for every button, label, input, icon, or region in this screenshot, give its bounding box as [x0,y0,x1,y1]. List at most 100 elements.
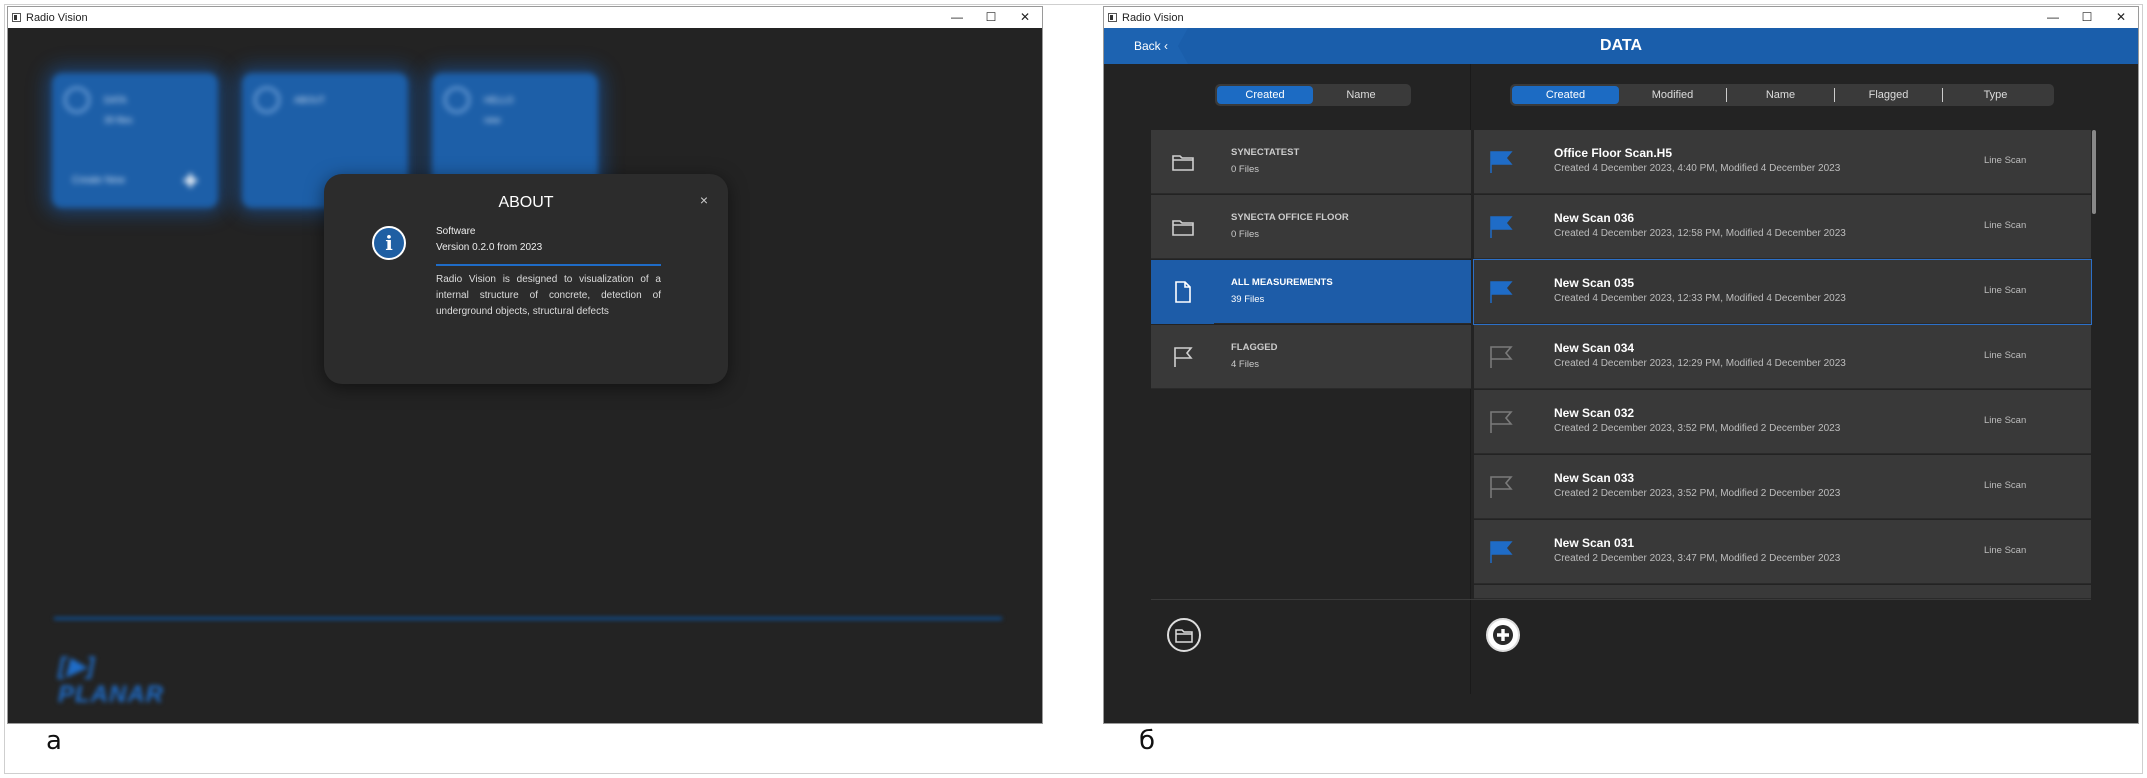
scan-row-partial [1474,585,2091,599]
close-button[interactable]: ✕ [1008,7,1042,28]
scan-date: Created 2 December 2023, 3:52 PM, Modifi… [1554,423,1841,434]
bottom-divider [1151,599,2091,600]
new-folder-button[interactable] [1167,618,1201,652]
about-divider [436,264,661,266]
maximize-button[interactable]: ☐ [2070,7,2104,28]
folder-count: 4 Files [1231,359,1259,370]
flag-icon[interactable] [1488,150,1514,174]
scan-date: Created 4 December 2023, 12:29 PM, Modif… [1554,358,1846,369]
folder-row[interactable]: SYNECTA OFFICE FLOOR 0 Files [1151,195,1471,259]
folder-row[interactable]: FLAGGED 4 Files [1151,325,1471,389]
create-new-label: Create New [72,175,125,186]
info-icon [254,87,280,113]
scan-type: Line Scan [1984,285,2027,296]
plus-icon [1493,625,1513,645]
scan-row[interactable]: New Scan 033 Created 2 December 2023, 3:… [1474,455,2091,519]
page-title: DATA [1599,37,1643,54]
scan-date: Created 2 December 2023, 3:52 PM, Modifi… [1554,488,1841,499]
scan-type: Line Scan [1984,350,2027,361]
caption-right: б [1139,726,1156,756]
folder-name: SYNECTATEST [1231,147,1300,158]
right-app-window: Radio Vision — ☐ ✕ DATA Back ‹ Created N… [1103,6,2139,724]
divider-line [54,617,1002,620]
flag-outline-icon[interactable] [1488,345,1514,369]
scan-date: Created 4 December 2023, 12:33 PM, Modif… [1554,293,1846,304]
tile-label: HELLO [484,95,514,105]
tile-label: ABOUT [294,95,326,105]
flag-outline-icon [1151,325,1214,389]
sort-name-button[interactable]: Name [1313,86,1409,104]
scan-name: New Scan 036 [1554,211,1635,225]
flag-icon[interactable] [1488,280,1514,304]
file-sort-control: Created Modified Name Flagged Type [1510,84,2054,106]
header-bar: DATA Back ‹ [1104,28,2138,64]
folder-row[interactable]: ALL MEASUREMENTS 39 Files [1151,260,1471,324]
window-title: Radio Vision [26,11,88,24]
back-button[interactable]: Back ‹ [1104,28,1188,64]
scan-type: Line Scan [1984,545,2027,556]
folder-sort-control: Created Name [1215,84,1411,106]
software-label: Software [436,226,476,237]
scan-row[interactable]: New Scan 036 Created 4 December 2023, 12… [1474,195,2091,259]
scrollbar[interactable] [2092,130,2096,214]
minimize-button[interactable]: — [2036,7,2070,28]
scan-name: Office Floor Scan.H5 [1554,146,1673,160]
app-icon [1108,13,1117,22]
scan-row[interactable]: New Scan 032 Created 2 December 2023, 3:… [1474,390,2091,454]
data-tile[interactable]: DATA 39 files Create New ✚ [52,73,218,208]
sort-name-button[interactable]: Name [1727,86,1834,104]
scan-row[interactable]: New Scan 031 Created 2 December 2023, 3:… [1474,520,2091,584]
left-app-window: Radio Vision — ☐ ✕ DATA 39 files Create … [7,6,1043,724]
folder-name: FLAGGED [1231,342,1278,353]
tile-sub: new [484,115,501,125]
folder-icon [1151,130,1214,194]
scan-name: New Scan 032 [1554,406,1635,420]
scan-row[interactable]: New Scan 035 Created 4 December 2023, 12… [1473,259,2092,325]
sort-created-button[interactable]: Created [1512,86,1619,104]
folder-name: SYNECTA OFFICE FLOOR [1231,212,1349,223]
scan-name: New Scan 031 [1554,536,1635,550]
folder-icon [1151,195,1214,259]
flag-icon[interactable] [1488,540,1514,564]
plus-icon: ✚ [182,171,198,191]
add-scan-button[interactable] [1486,618,1520,652]
scan-row[interactable]: New Scan 034 Created 4 December 2023, 12… [1474,325,2091,389]
app-icon [12,13,21,22]
window-title: Radio Vision [1122,11,1184,24]
home-screen: DATA 39 files Create New ✚ ABOUT HELLO n… [8,28,1042,723]
maximize-button[interactable]: ☐ [974,7,1008,28]
data-screen: DATA Back ‹ Created Name Created Modifie… [1104,28,2138,723]
info-icon: i [372,226,406,260]
sort-created-button[interactable]: Created [1217,86,1313,104]
right-titlebar: Radio Vision — ☐ ✕ [1104,7,2138,28]
flag-icon[interactable] [1488,215,1514,239]
planar-logo: [▶] PLANAR [58,653,164,708]
folder-icon [1175,628,1193,643]
folder-count: 0 Files [1231,229,1259,240]
flag-outline-icon[interactable] [1488,475,1514,499]
scan-name: New Scan 033 [1554,471,1635,485]
folder-count: 39 Files [1231,294,1265,305]
close-icon[interactable]: × [700,192,708,208]
sort-modified-button[interactable]: Modified [1619,86,1726,104]
about-dialog: ABOUT × i Software Version 0.2.0 from 20… [324,174,728,384]
caption-left: а [46,726,62,756]
about-description: Radio Vision is designed to visualizatio… [436,274,661,317]
close-button[interactable]: ✕ [2104,7,2138,28]
scan-type: Line Scan [1984,480,2027,491]
scan-name: New Scan 034 [1554,341,1635,355]
sort-flagged-button[interactable]: Flagged [1835,86,1942,104]
folder-row[interactable]: SYNECTATEST 0 Files [1151,130,1471,194]
data-icon [64,87,90,113]
flag-outline-icon[interactable] [1488,410,1514,434]
scan-row[interactable]: Office Floor Scan.H5 Created 4 December … [1474,130,2091,194]
scan-date: Created 4 December 2023, 12:58 PM, Modif… [1554,228,1846,239]
scan-type: Line Scan [1984,155,2027,166]
file-icon [1151,260,1214,324]
scan-type: Line Scan [1984,220,2027,231]
minimize-button[interactable]: — [940,7,974,28]
sort-type-button[interactable]: Type [1943,86,2048,104]
folder-count: 0 Files [1231,164,1259,175]
tile-label: DATA [104,95,127,105]
left-titlebar: Radio Vision — ☐ ✕ [8,7,1042,28]
